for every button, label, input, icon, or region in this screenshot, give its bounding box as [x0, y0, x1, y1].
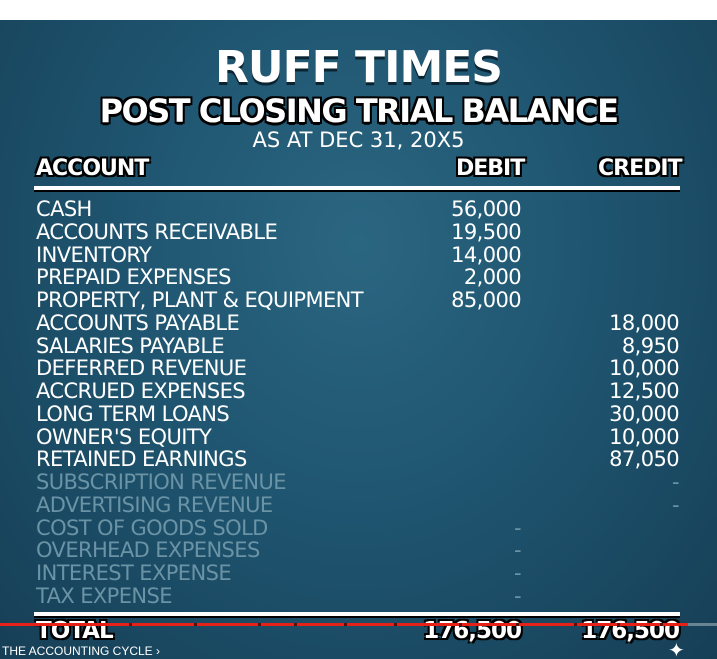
chapter-title: THE ACCOUNTING CYCLE — [2, 644, 153, 658]
account-name: INVENTORY — [36, 242, 152, 267]
credit-column-header: CREDIT — [598, 156, 683, 181]
progress-bar[interactable] — [0, 623, 717, 626]
account-name: SALARIES PAYABLE — [36, 333, 225, 358]
account-name: PREPAID EXPENSES — [36, 265, 231, 290]
debit-value: - — [514, 561, 522, 585]
table-row: PROPERTY, PLANT & EQUIPMENT 85,000 — [0, 288, 717, 312]
credit-value: 8,950 — [621, 333, 680, 358]
video-player[interactable]: RUFF TIMES POST CLOSING TRIAL BALANCE AS… — [0, 20, 717, 659]
chapter-marker — [616, 623, 620, 626]
table-row: PREPAID EXPENSES 2,000 — [0, 265, 717, 290]
chevron-right-icon: › — [156, 644, 161, 658]
total-label: TOTAL — [36, 618, 114, 644]
table-row: OVERHEAD EXPENSES - — [0, 538, 717, 563]
company-title: RUFF TIMES — [215, 42, 503, 93]
table-row: SALARIES PAYABLE 8,950 — [0, 333, 717, 358]
debit-column-header: DEBIT — [456, 156, 525, 181]
table-row: INVENTORY 14,000 — [0, 242, 717, 267]
credit-value: - — [672, 470, 680, 494]
table-row: INTEREST EXPENSE - — [0, 561, 717, 585]
table-row: ACCRUED EXPENSES 12,500 — [0, 379, 717, 403]
chapter-marker — [659, 623, 663, 626]
account-name: ADVERTISING REVENUE — [36, 492, 273, 517]
account-name: COST OF GOODS SOLD — [36, 515, 268, 540]
account-name: RETAINED EARNINGS — [36, 447, 247, 472]
chapter-marker — [293, 623, 297, 626]
trial-balance-table: CASH 56,000 ACCOUNTS RECEIVABLE 19,500 INVEN… — [0, 197, 717, 608]
table-row: LONG TERM LOANS 30,000 — [0, 401, 717, 426]
table-row: COST OF GOODS SOLD - — [0, 515, 717, 540]
table-row: SUBSCRIPTION REVENUE - — [0, 470, 717, 494]
statement-title: POST CLOSING TRIAL BALANCE — [99, 92, 619, 130]
table-row: ACCOUNTS PAYABLE 18,000 — [0, 310, 717, 335]
account-name: LONG TERM LOANS — [36, 401, 230, 426]
credit-value: - — [672, 492, 680, 517]
account-name: ACCOUNTS PAYABLE — [36, 310, 240, 335]
credit-value: 12,500 — [609, 379, 679, 403]
account-name: INTEREST EXPENSE — [36, 561, 232, 585]
chapter-marker — [516, 623, 520, 626]
account-name: OWNER'S EQUITY — [36, 424, 212, 449]
account-name: SUBSCRIPTION REVENUE — [36, 470, 287, 494]
header-divider — [34, 186, 680, 190]
credit-value: 18,000 — [609, 310, 679, 335]
total-credit: 176,500 — [581, 618, 680, 644]
debit-value: 14,000 — [451, 242, 521, 267]
account-name: DEFERRED REVENUE — [36, 356, 247, 381]
account-column-header: ACCOUNT — [36, 156, 149, 181]
account-name: OVERHEAD EXPENSES — [36, 538, 260, 563]
table-row: RETAINED EARNINGS 87,050 — [0, 447, 717, 472]
debit-value: 19,500 — [451, 219, 521, 244]
table-row: DEFERRED REVENUE 10,000 — [0, 356, 717, 381]
account-name: ACCOUNTS RECEIVABLE — [36, 219, 278, 244]
debit-value: - — [514, 515, 522, 540]
debit-value: - — [514, 538, 522, 563]
debit-value: 56,000 — [451, 197, 521, 221]
debit-value: - — [514, 583, 522, 608]
statement-date: AS AT DEC 31, 20X5 — [252, 128, 465, 152]
credit-value: 10,000 — [609, 424, 679, 449]
debit-value: 2,000 — [463, 265, 522, 290]
account-name: CASH — [36, 197, 92, 221]
debit-value: 85,000 — [451, 288, 521, 312]
chapter-marker — [129, 623, 133, 626]
credit-value: 87,050 — [609, 447, 679, 472]
video-frame: RUFF TIMES POST CLOSING TRIAL BALANCE AS… — [0, 0, 717, 659]
table-row: ADVERTISING REVENUE - — [0, 492, 717, 517]
chapter-marker — [193, 623, 197, 626]
table-row: TAX EXPENSE - — [0, 583, 717, 608]
total-divider — [34, 612, 680, 616]
table-row: CASH 56,000 — [0, 197, 717, 221]
chapter-marker — [573, 623, 577, 626]
table-row: OWNER'S EQUITY 10,000 — [0, 424, 717, 449]
chapter-marker — [458, 623, 462, 626]
account-name: TAX EXPENSE — [36, 583, 173, 608]
table-row: ACCOUNTS RECEIVABLE 19,500 — [0, 219, 717, 244]
account-name: ACCRUED EXPENSES — [36, 379, 246, 403]
chapter-marker — [258, 623, 262, 626]
credit-value: 10,000 — [609, 356, 679, 381]
credit-value: 30,000 — [609, 401, 679, 426]
chapter-marker — [344, 623, 348, 626]
account-name: PROPERTY, PLANT & EQUIPMENT — [36, 288, 364, 312]
sparkle-icon[interactable]: ✦ — [668, 638, 685, 659]
chapter-title-button[interactable]: THE ACCOUNTING CYCLE › — [2, 644, 160, 658]
chapter-marker — [394, 623, 398, 626]
total-debit: 176,500 — [423, 618, 522, 644]
